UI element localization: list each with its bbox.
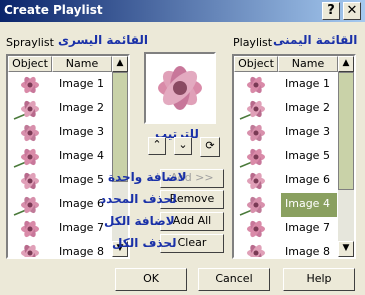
flower-thumbnail-icon [8, 73, 52, 97]
flower-thumbnail-icon [8, 193, 52, 217]
flower-thumbnail-icon [234, 193, 278, 217]
scrollbar[interactable]: ▲ ▼ [338, 56, 354, 257]
column-header-object[interactable]: Object [8, 56, 52, 72]
list-item[interactable]: Image 3 [8, 121, 112, 145]
help-button[interactable]: Help [283, 268, 355, 291]
list-item-name: Image 2 [285, 101, 330, 114]
list-item-name: Image 5 [59, 173, 104, 186]
add-arabic-label: لاضافة واحدة [108, 170, 187, 184]
list-item-name: Image 4 [59, 149, 104, 162]
list-item[interactable]: Image 2 [234, 97, 338, 121]
list-item[interactable]: Image 4 [234, 193, 338, 217]
list-item[interactable]: Image 5 [234, 145, 338, 169]
list-item-name: Image 4 [281, 193, 337, 217]
cancel-button[interactable]: Cancel [198, 268, 270, 291]
list-item-name: Image 7 [285, 221, 330, 234]
list-item-name: Image 1 [59, 77, 104, 90]
clear-arabic-label: لحذف الكل [112, 236, 177, 250]
flower-thumbnail-icon [234, 121, 278, 145]
window-title: Create Playlist [4, 3, 103, 17]
list-item-name: Image 7 [59, 221, 104, 234]
flower-thumbnail-icon [234, 97, 278, 121]
ok-button[interactable]: OK [115, 268, 187, 291]
list-item[interactable]: Image 8 [234, 241, 338, 258]
list-item-name: Image 2 [59, 101, 104, 114]
list-item-name: Image 8 [59, 245, 104, 258]
flower-thumbnail-icon [234, 217, 278, 241]
move-up-button[interactable]: ⌃ [148, 137, 166, 155]
flower-thumbnail-icon [234, 241, 278, 257]
flower-thumbnail-icon [8, 97, 52, 121]
move-down-button[interactable]: ⌄ [174, 137, 192, 155]
scrollbar-thumb[interactable] [338, 72, 354, 190]
remove-arabic-label: لحذف المحدد [100, 192, 177, 206]
list-item[interactable]: Image 1 [234, 73, 338, 97]
title-bar: Create Playlist ? ✕ [0, 0, 365, 22]
flower-thumbnail-icon [8, 145, 52, 169]
add-all-arabic-label: لاضافة الكل [104, 214, 175, 228]
scroll-down-icon[interactable]: ▼ [338, 241, 354, 257]
playlist-label: Playlist [233, 36, 273, 49]
column-header-object[interactable]: Object [234, 56, 278, 72]
flower-thumbnail-icon [8, 217, 52, 241]
list-item[interactable]: Image 6 [8, 193, 112, 217]
flower-thumbnail-icon [234, 73, 278, 97]
flower-thumbnail-icon [234, 145, 278, 169]
flower-thumbnail-icon [234, 169, 278, 193]
list-item[interactable]: Image 7 [8, 217, 112, 241]
list-item[interactable]: Image 1 [8, 73, 112, 97]
flower-thumbnail-icon [8, 241, 52, 257]
list-item[interactable]: Image 5 [8, 169, 112, 193]
list-item-name: Image 5 [285, 149, 330, 162]
flower-preview-icon [158, 66, 202, 110]
flower-thumbnail-icon [8, 169, 52, 193]
list-item[interactable]: Image 8 [8, 241, 112, 258]
list-item[interactable]: Image 7 [234, 217, 338, 241]
list-item-name: Image 3 [59, 125, 104, 138]
spraylist-arabic-label: القائمة اليسرى [58, 33, 148, 47]
help-title-button[interactable]: ? [322, 2, 340, 20]
playlist-arabic-label: القائمة اليمنى [273, 33, 358, 47]
playlist-list[interactable]: Object Name Image 1 Image 2 Image 3 Image 5… [232, 54, 356, 259]
list-item-name: Image 1 [285, 77, 330, 90]
image-preview [144, 52, 216, 124]
swap-icon[interactable]: ⟳ [200, 137, 220, 157]
column-header-name[interactable]: Name [278, 56, 338, 72]
list-item-name: Image 8 [285, 245, 330, 258]
list-item[interactable]: Image 4 [8, 145, 112, 169]
list-item-name: Image 3 [285, 125, 330, 138]
flower-thumbnail-icon [8, 121, 52, 145]
list-item[interactable]: Image 2 [8, 97, 112, 121]
spraylist-label: Spraylist [6, 36, 54, 49]
list-item-name: Image 6 [285, 173, 330, 186]
close-icon[interactable]: ✕ [343, 2, 361, 20]
scrollbar-thumb[interactable] [112, 72, 128, 182]
scroll-up-icon[interactable]: ▲ [338, 56, 354, 72]
list-item[interactable]: Image 3 [234, 121, 338, 145]
list-item[interactable]: Image 6 [234, 169, 338, 193]
create-playlist-dialog: Create Playlist ? ✕ Spraylist القائمة ال… [0, 0, 365, 295]
column-header-name[interactable]: Name [52, 56, 112, 72]
spraylist-list[interactable]: Object Name Image 1 Image 2 Image 3 Image 4… [6, 54, 130, 259]
scroll-up-icon[interactable]: ▲ [112, 56, 128, 72]
